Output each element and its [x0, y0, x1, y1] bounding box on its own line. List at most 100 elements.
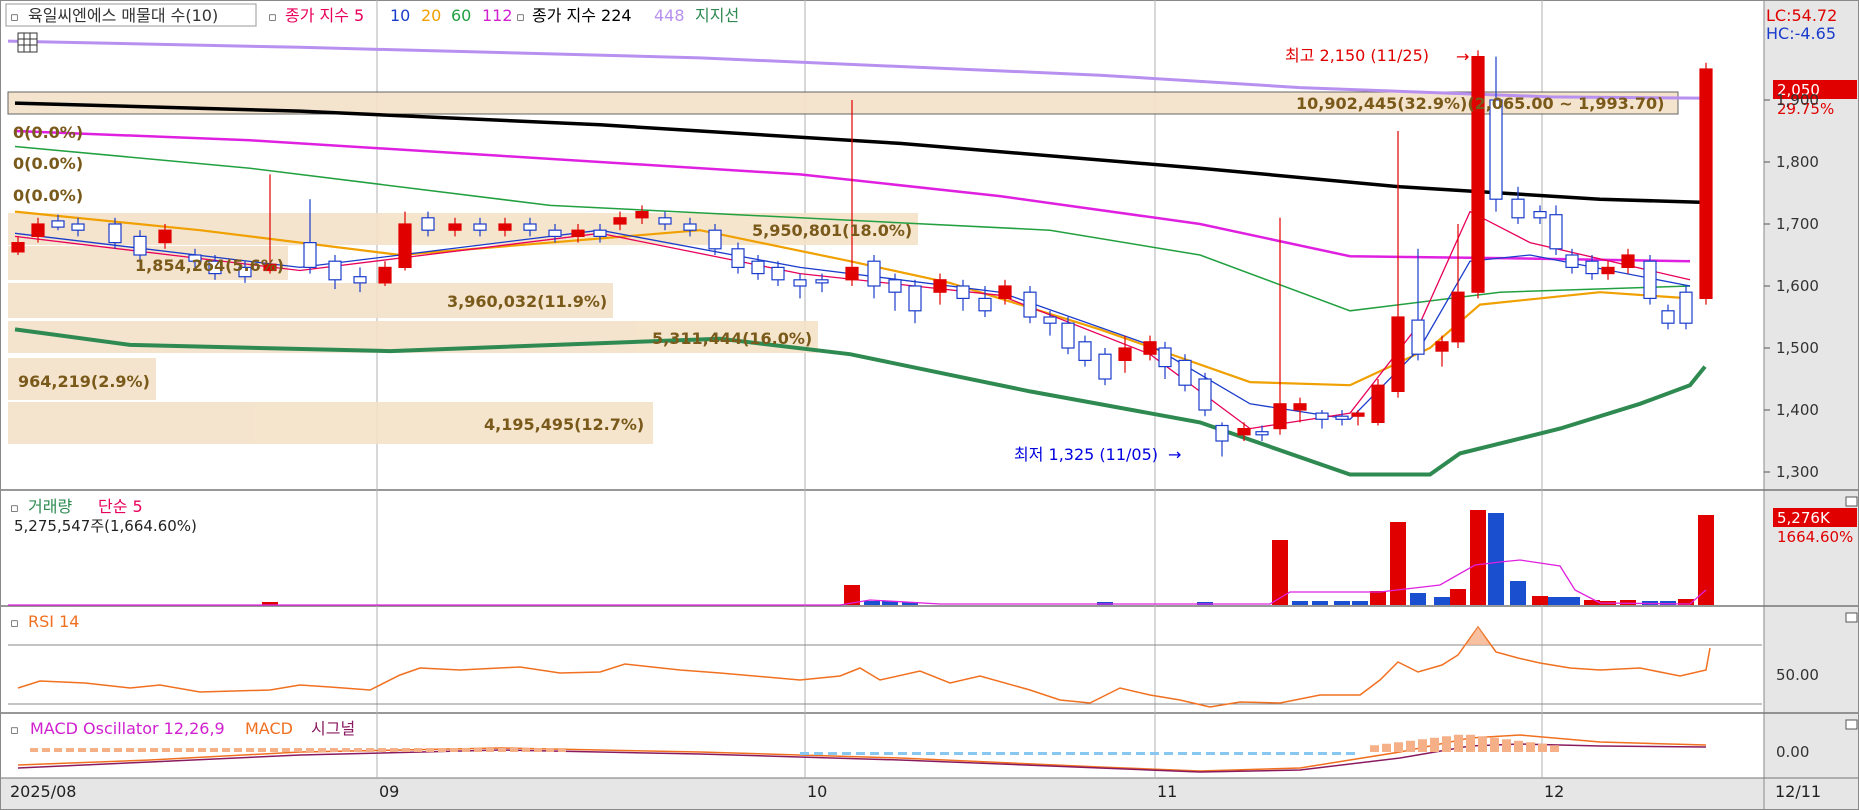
candle-body	[933, 279, 947, 293]
candle-body	[1391, 316, 1405, 393]
candle-body	[108, 223, 122, 244]
volume-bar	[1434, 597, 1450, 605]
low-annotation: 최저 1,325 (11/05)	[1014, 445, 1158, 464]
macd-osc-bar	[198, 748, 206, 752]
macd-osc-bar	[330, 748, 338, 752]
volume-label: 거래량	[28, 497, 72, 516]
rsi-level: 50.00	[1776, 666, 1819, 684]
candle-body	[1078, 341, 1092, 361]
macd-osc-bar	[926, 752, 935, 755]
profile-label: 5,950,801(18.0%)	[752, 221, 912, 240]
macd-osc-bar	[558, 748, 566, 752]
candle-body	[1255, 431, 1269, 436]
arrow-right-icon: →	[1168, 445, 1181, 464]
close-icon[interactable]	[1845, 612, 1858, 623]
candle-body	[998, 285, 1012, 299]
macd-osc-bar	[1550, 745, 1559, 752]
macd-osc-bar	[1370, 745, 1379, 752]
candle-body	[1549, 214, 1563, 250]
macd-osc-bar	[1052, 752, 1061, 755]
volume-bar	[1390, 522, 1406, 605]
y-tick-label: 1,500	[1776, 339, 1819, 357]
macd-osc-bar	[522, 748, 530, 752]
profile-label: 0(0.0%)	[13, 186, 83, 205]
y-tick-label: 1,600	[1776, 277, 1819, 295]
legend-square-icon: ▫	[10, 10, 19, 25]
y-tick-label: 1,900	[1776, 91, 1819, 109]
candle-body	[1371, 384, 1385, 424]
candle-body	[31, 223, 45, 237]
candle-body	[1489, 99, 1503, 200]
ma-legend-10: 10	[390, 6, 410, 25]
close-icon[interactable]	[1845, 496, 1858, 507]
macd-osc-bar	[450, 748, 458, 752]
macd-osc-bar	[390, 748, 398, 752]
candle-body	[51, 220, 65, 228]
macd-osc-bar	[414, 748, 422, 752]
chart-canvas[interactable]: ▫ 육일씨엔에스 매물대 수(10) ▫ 종가 지수 5 10 20 60 11…	[0, 0, 1859, 810]
macd-osc-bar	[222, 748, 230, 752]
candle-body	[1158, 347, 1172, 368]
macd-osc-bar	[186, 748, 194, 752]
candle-body	[448, 223, 462, 231]
candle-body	[498, 223, 512, 231]
macd-osc-bar	[294, 748, 302, 752]
profile-label: 1,854,264(5.6%)	[135, 256, 284, 275]
candle-body	[1023, 291, 1037, 318]
macd-osc-bar	[828, 752, 837, 755]
macd-osc-bar	[510, 748, 518, 752]
candle-body	[71, 223, 85, 231]
high-annotation: 최고 2,150 (11/25)	[1285, 46, 1429, 65]
volume-ma-label: 단순 5	[98, 497, 143, 516]
macd-osc-bar	[1538, 743, 1547, 752]
macd-osc-bar	[546, 748, 554, 752]
y-tick-label: 1,300	[1776, 463, 1819, 481]
y-tick-label: 1,400	[1776, 401, 1819, 419]
signal-label: 시그널	[311, 719, 355, 738]
macd-osc-bar	[1122, 752, 1131, 755]
candle-body	[1511, 198, 1525, 219]
macd-osc-bar	[800, 752, 809, 755]
macd-osc-bar	[1406, 740, 1415, 752]
volume-last: 5,276K	[1777, 509, 1831, 527]
candle-body	[731, 248, 745, 269]
candle-body	[473, 223, 487, 231]
macd-osc-bar	[150, 748, 158, 752]
macd-osc-bar	[474, 748, 482, 752]
profile-label: 5,311,444(16.0%)	[652, 329, 812, 348]
macd-osc-bar	[1108, 752, 1117, 755]
legend-square-icon: ▫	[516, 10, 525, 25]
candle-body	[571, 229, 585, 237]
profile-label: 0(0.0%)	[13, 154, 83, 173]
macd-osc-bar	[1206, 752, 1215, 755]
candle-body	[353, 276, 367, 284]
candle-body	[1699, 68, 1713, 299]
macd-osc-bar	[1442, 736, 1451, 752]
macd-osc-bar	[1178, 752, 1187, 755]
candle-body	[378, 266, 392, 284]
ma-legend-60: 60	[451, 6, 471, 25]
macd-osc-bar	[982, 752, 991, 755]
candle-body	[1435, 341, 1449, 352]
candle-body	[133, 235, 147, 256]
candle-body	[867, 260, 881, 287]
macd-osc-bar	[1332, 752, 1341, 755]
candle-body	[751, 260, 765, 275]
candle-body	[1451, 291, 1465, 343]
macd-osc-bar	[1514, 740, 1523, 752]
table-grid-icon[interactable]	[17, 32, 38, 53]
macd-osc-bar	[1038, 752, 1047, 755]
candle-body	[1643, 260, 1657, 300]
macd-osc-label: MACD Oscillator 12,26,9	[30, 719, 225, 738]
macd-osc-bar	[1454, 734, 1463, 752]
volume-bar	[1620, 600, 1636, 605]
ma-legend-label: 종가 지수 5	[285, 6, 364, 25]
macd-osc-bar	[402, 748, 410, 752]
close-icon[interactable]	[1845, 719, 1858, 730]
x-tick-label: 12	[1544, 782, 1564, 801]
volume-bar	[1698, 515, 1714, 605]
macd-osc-bar	[462, 748, 470, 752]
x-tick-label: 11	[1157, 782, 1177, 801]
ma2-legend-448: 448	[654, 6, 685, 25]
macd-osc-bar	[270, 748, 278, 752]
